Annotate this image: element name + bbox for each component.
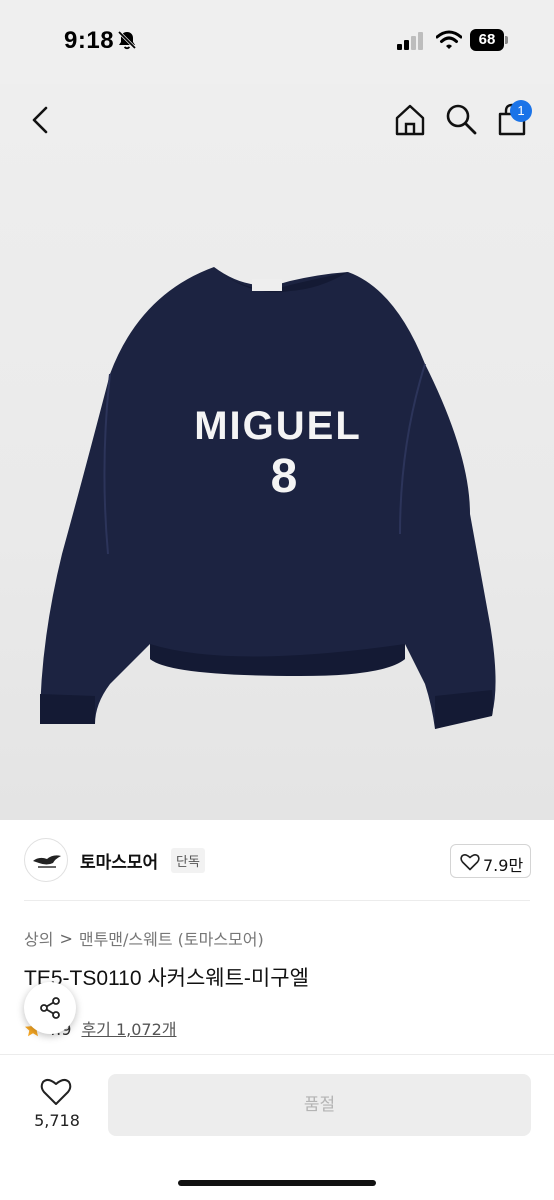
battery-tip	[505, 36, 508, 44]
heart-outline-icon	[460, 854, 480, 871]
sold-out-button[interactable]: 품절	[108, 1074, 531, 1136]
brand-like-button[interactable]: 7.9만	[450, 844, 531, 878]
home-indicator	[178, 1180, 376, 1186]
wish-count: 5,718	[34, 1111, 80, 1130]
share-button[interactable]	[24, 982, 76, 1034]
battery-level: 68	[470, 29, 504, 51]
sweatshirt-photo: MIGUEL 8	[40, 267, 496, 729]
brand-name[interactable]: 토마스모어	[80, 848, 158, 873]
brand-row: 토마스모어 단독 7.9만	[0, 836, 554, 886]
cellular-signal-icon	[397, 32, 423, 50]
status-time: 9:18	[64, 27, 115, 54]
bell-slash-icon	[117, 30, 137, 50]
home-icon[interactable]	[392, 102, 428, 138]
wifi-icon	[436, 30, 462, 49]
cart-count-badge: 1	[510, 100, 532, 122]
back-icon[interactable]	[24, 100, 56, 140]
battery-indicator: 68	[470, 29, 508, 51]
breadcrumb-separator: >	[59, 928, 73, 948]
breadcrumb-category[interactable]: 상의	[24, 926, 53, 950]
breadcrumb-subcategory[interactable]: 맨투맨/스웨트 (토마스모어)	[79, 926, 264, 950]
bottom-action-bar: 5,718 품절	[0, 1054, 554, 1200]
status-bar: 9:18 68	[0, 0, 554, 84]
product-image[interactable]: MIGUEL 8	[0, 84, 554, 820]
brand-logo[interactable]	[24, 838, 68, 882]
review-count-link[interactable]: 후기 1,072개	[81, 1020, 176, 1039]
exclusive-badge: 단독	[171, 848, 205, 873]
bird-logo-icon	[33, 855, 61, 868]
search-icon[interactable]	[444, 102, 478, 136]
sweatshirt-print-number: 8	[271, 450, 298, 503]
share-icon	[40, 997, 60, 1019]
sweatshirt-print-text: MIGUEL	[194, 404, 362, 448]
heart-outline-icon[interactable]	[40, 1077, 72, 1107]
breadcrumb: 상의 > 맨투맨/스웨트 (토마스모어)	[24, 926, 264, 950]
divider	[24, 900, 530, 901]
brand-like-count: 7.9만	[483, 856, 524, 875]
